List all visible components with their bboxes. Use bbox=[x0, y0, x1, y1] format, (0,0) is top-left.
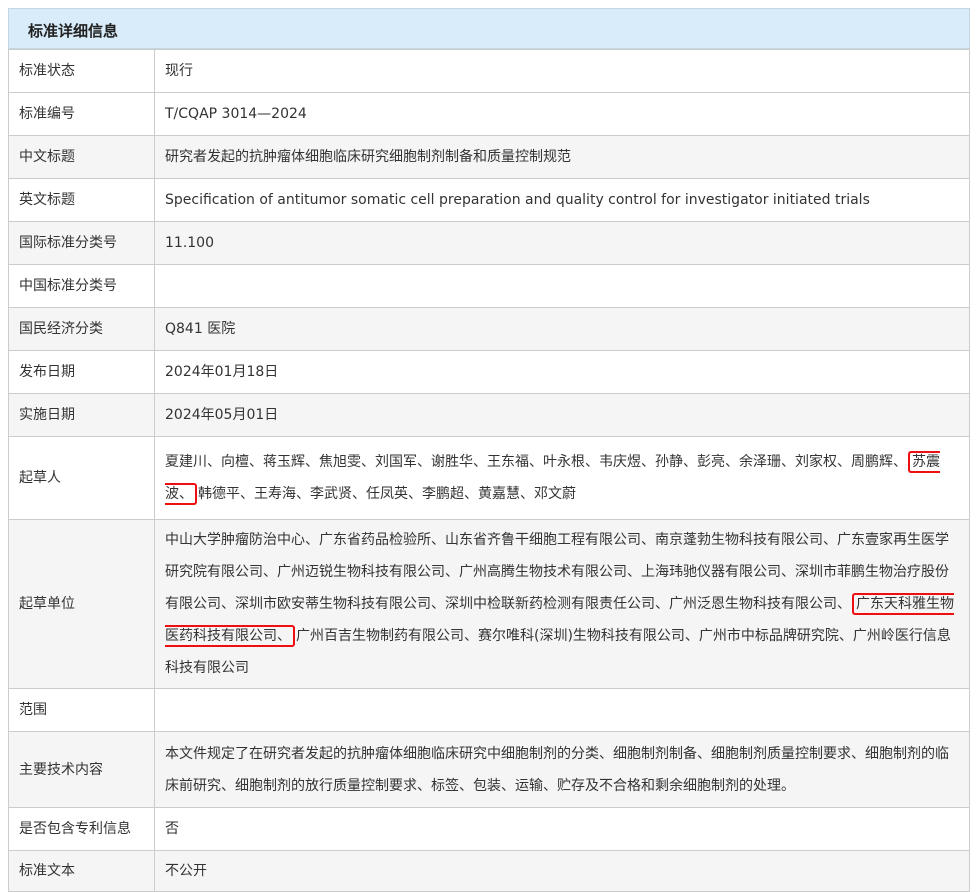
field-label: 实施日期 bbox=[9, 394, 155, 437]
row-patent-info: 是否包含专利信息 否 bbox=[9, 808, 970, 851]
field-value: 夏建川、向檀、蒋玉辉、焦旭雯、刘国军、谢胜华、王东福、叶永根、韦庆煜、孙静、彭亮… bbox=[155, 437, 970, 520]
row-ccs-number: 中国标准分类号 bbox=[9, 265, 970, 308]
field-value: Q841 医院 bbox=[155, 308, 970, 351]
field-value: 研究者发起的抗肿瘤体细胞临床研究细胞制剂制备和质量控制规范 bbox=[155, 136, 970, 179]
field-label: 发布日期 bbox=[9, 351, 155, 394]
row-publish-date: 发布日期 2024年01月18日 bbox=[9, 351, 970, 394]
draft-units-text: 中山大学肿瘤防治中心、广东省药品检验所、山东省齐鲁干细胞工程有限公司、南京蓬勃生… bbox=[165, 532, 949, 612]
field-label: 标准文本 bbox=[9, 851, 155, 892]
field-label: 是否包含专利信息 bbox=[9, 808, 155, 851]
row-standard-text: 标准文本 不公开 bbox=[9, 851, 970, 892]
panel-title: 标准详细信息 bbox=[8, 8, 970, 49]
field-value: 否 bbox=[155, 808, 970, 851]
field-value: 现行 bbox=[155, 50, 970, 93]
row-ics-number: 国际标准分类号 11.100 bbox=[9, 222, 970, 265]
field-value: 本文件规定了在研究者发起的抗肿瘤体细胞临床研究中细胞制剂的分类、细胞制剂制备、细… bbox=[155, 732, 970, 808]
row-main-content: 主要技术内容 本文件规定了在研究者发起的抗肿瘤体细胞临床研究中细胞制剂的分类、细… bbox=[9, 732, 970, 808]
field-label: 标准编号 bbox=[9, 93, 155, 136]
field-value: 不公开 bbox=[155, 851, 970, 892]
standard-detail-panel: 标准详细信息 标准状态 现行 标准编号 T/CQAP 3014—2024 中文标… bbox=[8, 8, 970, 892]
field-value: 11.100 bbox=[155, 222, 970, 265]
drafters-text: 韩德平、王寿海、李武贤、任凤英、李鹏超、黄嘉慧、邓文蔚 bbox=[198, 486, 576, 502]
field-label: 标准状态 bbox=[9, 50, 155, 93]
row-standard-status: 标准状态 现行 bbox=[9, 50, 970, 93]
row-standard-number: 标准编号 T/CQAP 3014—2024 bbox=[9, 93, 970, 136]
drafters-text: 夏建川、向檀、蒋玉辉、焦旭雯、刘国军、谢胜华、王东福、叶永根、韦庆煜、孙静、彭亮… bbox=[165, 454, 907, 470]
field-value bbox=[155, 265, 970, 308]
field-value bbox=[155, 689, 970, 732]
field-label: 国际标准分类号 bbox=[9, 222, 155, 265]
row-scope: 范围 bbox=[9, 689, 970, 732]
row-economy-class: 国民经济分类 Q841 医院 bbox=[9, 308, 970, 351]
field-label: 英文标题 bbox=[9, 179, 155, 222]
field-label: 主要技术内容 bbox=[9, 732, 155, 808]
row-title-en: 英文标题 Specification of antitumor somatic … bbox=[9, 179, 970, 222]
field-label: 中文标题 bbox=[9, 136, 155, 179]
standard-detail-table: 标准状态 现行 标准编号 T/CQAP 3014—2024 中文标题 研究者发起… bbox=[8, 49, 970, 892]
field-label: 国民经济分类 bbox=[9, 308, 155, 351]
field-label: 中国标准分类号 bbox=[9, 265, 155, 308]
row-draft-units: 起草单位 中山大学肿瘤防治中心、广东省药品检验所、山东省齐鲁干细胞工程有限公司、… bbox=[9, 520, 970, 689]
field-value: 2024年05月01日 bbox=[155, 394, 970, 437]
field-label: 起草人 bbox=[9, 437, 155, 520]
field-value: Specification of antitumor somatic cell … bbox=[155, 179, 970, 222]
row-drafters: 起草人 夏建川、向檀、蒋玉辉、焦旭雯、刘国军、谢胜华、王东福、叶永根、韦庆煜、孙… bbox=[9, 437, 970, 520]
field-label: 范围 bbox=[9, 689, 155, 732]
field-value: 中山大学肿瘤防治中心、广东省药品检验所、山东省齐鲁干细胞工程有限公司、南京蓬勃生… bbox=[155, 520, 970, 689]
field-value: T/CQAP 3014—2024 bbox=[155, 93, 970, 136]
field-value: 2024年01月18日 bbox=[155, 351, 970, 394]
row-title-zh: 中文标题 研究者发起的抗肿瘤体细胞临床研究细胞制剂制备和质量控制规范 bbox=[9, 136, 970, 179]
field-label: 起草单位 bbox=[9, 520, 155, 689]
row-implement-date: 实施日期 2024年05月01日 bbox=[9, 394, 970, 437]
